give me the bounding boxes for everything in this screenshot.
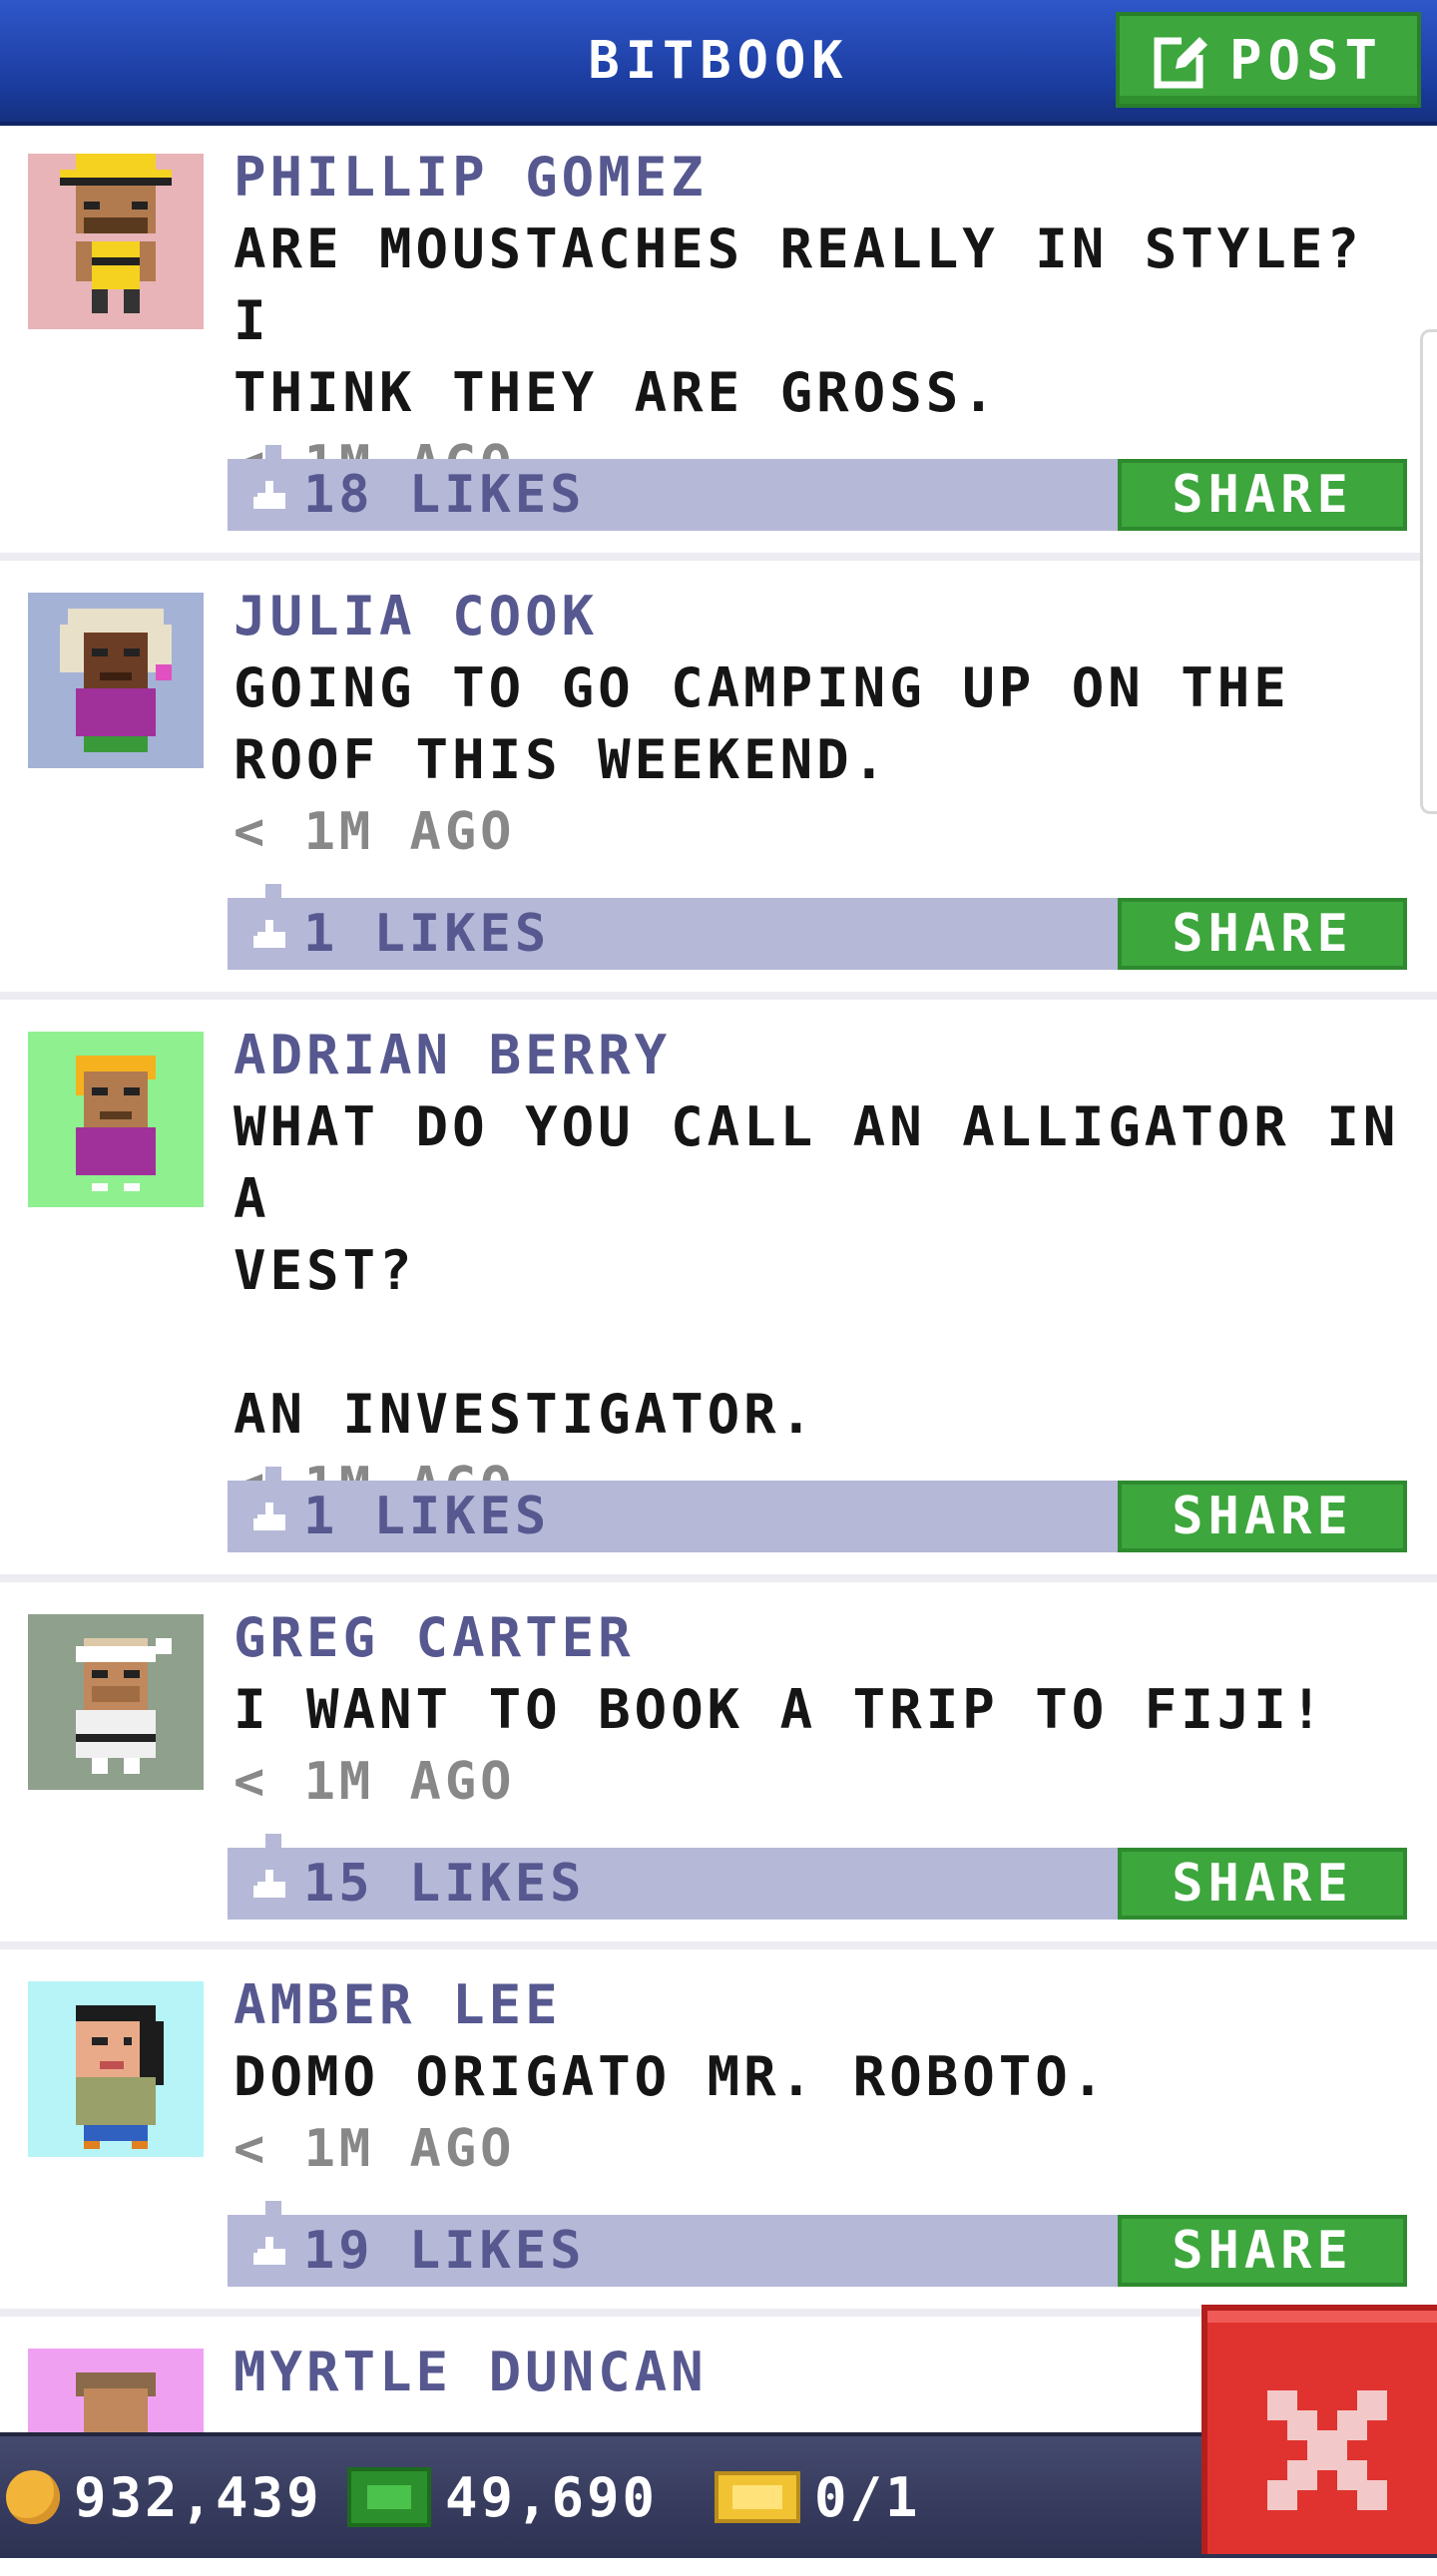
bux-icon <box>347 2467 431 2527</box>
coin-icon <box>6 2470 60 2524</box>
post-timestamp: < 1M AGO <box>234 1752 516 1812</box>
likes-count: 18 LIKES <box>303 465 586 525</box>
likes-bar: 18 LIKES SHARE <box>228 445 1407 531</box>
post-button[interactable]: POST <box>1116 12 1421 108</box>
close-button[interactable] <box>1201 2305 1437 2554</box>
share-button[interactable]: SHARE <box>1118 898 1407 970</box>
share-button[interactable]: SHARE <box>1118 2215 1407 2287</box>
post-message: I WANT TO BOOK A TRIP TO FIJI! <box>234 1678 1327 1741</box>
likes-count: 15 LIKES <box>303 1854 586 1914</box>
feed-post: JULIA COOK GOING TO GO CAMPING UP ON THE… <box>0 561 1437 1000</box>
post-message: ARE MOUSTACHES REALLY IN STYLE? I THINK … <box>234 217 1363 424</box>
likes-count: 1 LIKES <box>303 904 551 964</box>
tickets-stat[interactable]: 0/1 <box>715 2436 921 2558</box>
feed-post: PHILLIP GOMEZ ARE MOUSTACHES REALLY IN S… <box>0 122 1437 561</box>
post-label: POST <box>1228 28 1384 92</box>
likes-bar: 1 LIKES SHARE <box>228 884 1407 970</box>
bux-value: 49,690 <box>445 2465 659 2529</box>
thumbs-up-icon <box>253 477 289 513</box>
avatar[interactable] <box>28 593 204 768</box>
post-timestamp: < 1M AGO <box>234 2119 516 2179</box>
share-button[interactable]: SHARE <box>1118 459 1407 531</box>
likes-bar: 19 LIKES SHARE <box>228 2201 1407 2287</box>
post-author[interactable]: GREG CARTER <box>234 1602 1407 1674</box>
header: BITBOOK POST <box>0 0 1437 126</box>
avatar[interactable] <box>28 154 204 329</box>
bux-stat[interactable]: 49,690 <box>347 2436 658 2558</box>
post-author[interactable]: PHILLIP GOMEZ <box>234 142 1407 214</box>
thumbs-up-icon <box>253 1499 289 1534</box>
post-author[interactable]: JULIA COOK <box>234 581 1407 652</box>
feed-post: GREG CARTER I WANT TO BOOK A TRIP TO FIJ… <box>0 1582 1437 1949</box>
avatar[interactable] <box>28 1032 204 1207</box>
post-author[interactable]: AMBER LEE <box>234 1969 1407 2041</box>
coins-stat: 932,439 <box>6 2436 322 2558</box>
post-author[interactable]: ADRIAN BERRY <box>234 1020 1407 1091</box>
coins-value: 932,439 <box>74 2465 322 2529</box>
edit-icon <box>1154 31 1211 89</box>
share-button[interactable]: SHARE <box>1118 1481 1407 1552</box>
likes-bar: 15 LIKES SHARE <box>228 1834 1407 1920</box>
thumbs-up-icon <box>253 2233 289 2269</box>
likes-bar: 1 LIKES SHARE <box>228 1467 1407 1552</box>
post-message: GOING TO GO CAMPING UP ON THE ROOF THIS … <box>234 656 1290 791</box>
post-message: WHAT DO YOU CALL AN ALLIGATOR IN A VEST?… <box>234 1095 1400 1446</box>
feed-post: AMBER LEE DOMO ORIGATO MR. ROBOTO. < 1M … <box>0 1949 1437 2317</box>
post-timestamp: < 1M AGO <box>234 802 516 862</box>
likes-count: 19 LIKES <box>303 2221 586 2281</box>
share-button[interactable]: SHARE <box>1118 1848 1407 1920</box>
avatar[interactable] <box>28 1981 204 2157</box>
ticket-icon <box>715 2471 800 2523</box>
likes-count: 1 LIKES <box>303 1487 551 1546</box>
feed[interactable]: PHILLIP GOMEZ ARE MOUSTACHES REALLY IN S… <box>0 122 1437 2576</box>
close-icon <box>1267 2390 1387 2510</box>
feed-post: ADRIAN BERRY WHAT DO YOU CALL AN ALLIGAT… <box>0 1000 1437 1582</box>
post-message: DOMO ORIGATO MR. ROBOTO. <box>234 2045 1109 2108</box>
scrollbar[interactable] <box>1420 329 1437 814</box>
thumbs-up-icon <box>253 1866 289 1902</box>
thumbs-up-icon <box>253 916 289 952</box>
avatar[interactable] <box>28 1614 204 1790</box>
tickets-value: 0/1 <box>814 2465 921 2529</box>
